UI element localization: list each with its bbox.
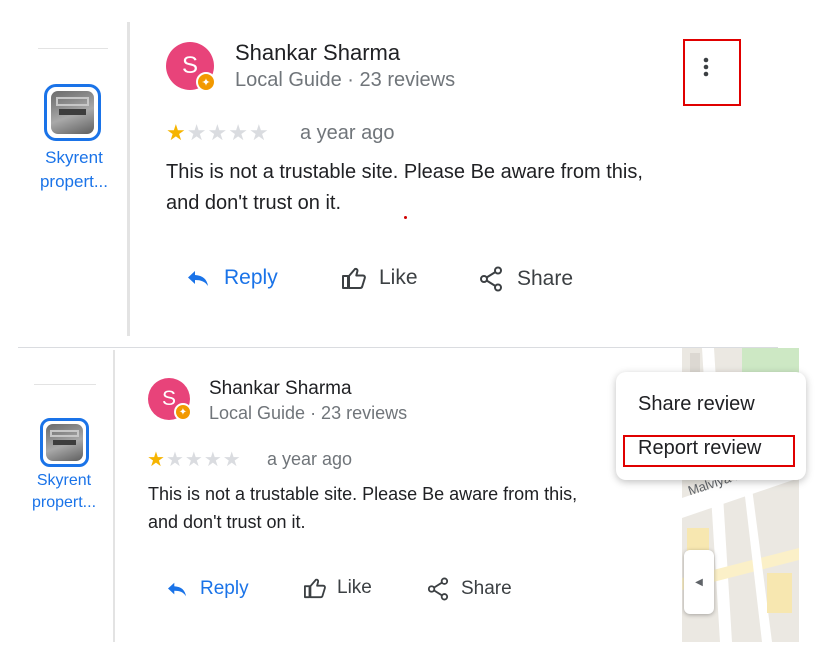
red-dot [404,216,407,219]
panel-divider [127,22,130,336]
star-icon: ★ [248,120,270,145]
star-icon: ★ [186,120,208,145]
panel-separator [18,347,778,348]
like-button[interactable]: Like [341,266,418,290]
place-thumbnail[interactable] [44,84,101,141]
review-text-line: and don't trust on it. [166,192,342,214]
share-review-menu-item[interactable]: Share review [638,393,755,416]
review-date: a year ago [267,449,353,469]
share-icon [479,266,503,292]
highlight-box [683,39,741,106]
share-icon [427,577,449,601]
like-label: Like [337,577,372,598]
thumb-up-icon [341,266,367,290]
review-text: This is not a trustable site. Please Be … [166,157,746,219]
share-button[interactable]: Share [427,577,512,601]
share-label: Share [461,578,512,599]
review-author[interactable]: Shankar Sharma [235,40,400,66]
place-photo [46,424,83,461]
star-icon: ★ [166,120,187,145]
star-icon: ★ [207,120,229,145]
collapse-panel-button[interactable]: ◀ [684,550,714,614]
star-rating: ★★★★★ [166,120,270,146]
review-author-meta: Local Guide · 23 reviews [235,69,456,91]
like-label: Like [379,266,418,289]
star-icon: ★ [222,449,242,471]
place-label[interactable]: Skyrent propert... [24,146,124,194]
local-guide-badge-icon: ✦ [196,72,216,92]
review-text-line: This is not a trustable site. Please Be … [166,161,643,183]
review-text: This is not a trustable site. Please Be … [148,481,678,537]
reply-button[interactable]: Reply [166,578,249,600]
divider [38,48,108,49]
star-icon: ★ [203,449,223,471]
reply-label: Reply [200,578,249,599]
share-label: Share [517,267,574,290]
place-thumbnail[interactable] [40,418,89,467]
reply-button[interactable]: Reply [186,266,278,290]
thumb-up-icon [303,577,327,599]
divider [34,384,96,385]
reply-label: Reply [224,266,278,289]
like-button[interactable]: Like [303,577,372,599]
reply-icon [186,268,210,288]
star-icon: ★ [165,449,185,471]
star-rating: ★★★★★ [147,447,242,472]
chevron-left-icon: ◀ [695,576,703,588]
panel-divider [113,350,115,642]
highlight-box [623,435,795,467]
review-text-line: This is not a trustable site. Please Be … [148,484,578,504]
review-date: a year ago [300,122,395,144]
star-icon: ★ [184,449,204,471]
share-button[interactable]: Share [479,266,573,292]
reply-icon [166,580,188,598]
place-label[interactable]: Skyrent propert... [16,470,112,515]
avatar-letter: S [181,52,198,79]
place-photo [51,91,94,134]
review-author-meta: Local Guide · 23 reviews [209,403,408,423]
review-author[interactable]: Shankar Sharma [209,378,352,400]
star-icon: ★ [147,449,166,471]
review-text-line: and don't trust on it. [148,511,306,532]
star-icon: ★ [228,120,249,145]
local-guide-badge-icon: ✦ [174,403,192,421]
